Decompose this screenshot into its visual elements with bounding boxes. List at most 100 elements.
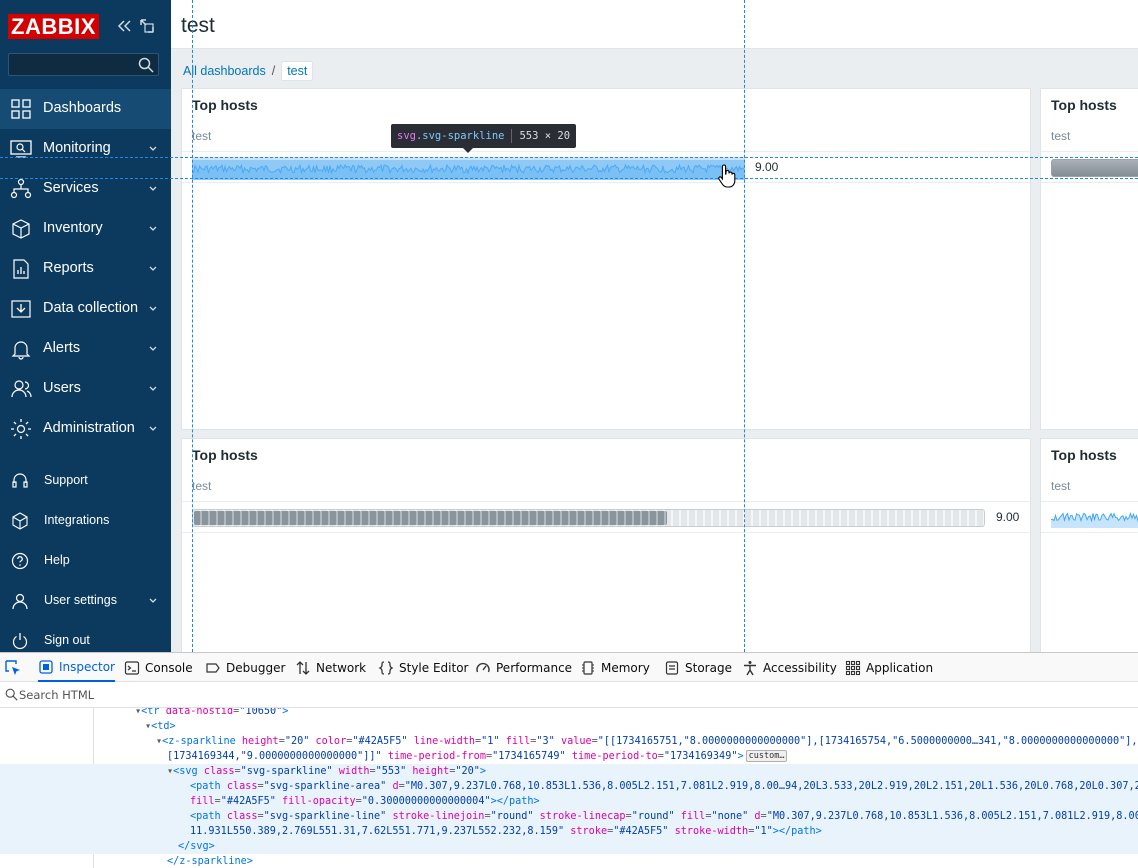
widget-title: Top hosts xyxy=(1051,447,1117,463)
sidebar-search-input[interactable] xyxy=(8,53,159,76)
tab-inspector[interactable]: Inspector xyxy=(38,653,115,682)
tree-node[interactable]: ▾<td> xyxy=(0,719,1138,734)
nav-services[interactable]: Services xyxy=(0,169,171,209)
sidebar: ZABBIX Dashboards Monitoring Services In… xyxy=(0,0,171,652)
nav-sign-out[interactable]: Sign out xyxy=(0,621,171,652)
accessibility-icon xyxy=(744,660,756,675)
html-tree[interactable]: ▾<tr data-hostid="10650"> ▾<td> ▾<z-spar… xyxy=(0,708,1138,868)
tab-style-editor[interactable]: Style Editor xyxy=(378,653,468,682)
dashboards-icon xyxy=(11,99,31,119)
tab-performance[interactable]: Performance xyxy=(475,653,572,682)
tree-node-continuation[interactable]: [1734169344,"9.0000000000000000"]]" time… xyxy=(0,749,1138,764)
tree-node[interactable]: <path class="svg-sparkline-line" stroke-… xyxy=(0,809,1138,824)
storage-icon xyxy=(665,660,679,675)
chevron-down-icon xyxy=(149,386,157,391)
nav-users[interactable]: Users xyxy=(0,369,171,409)
widget-top-hosts-3[interactable]: Top hosts test 9.00 xyxy=(181,438,1031,652)
tab-console[interactable]: Console xyxy=(124,653,193,682)
inspector-tooltip: svg .svg-sparkline 553 × 20 xyxy=(391,124,577,153)
nav-integrations[interactable]: Integrations xyxy=(0,501,171,541)
table-row xyxy=(1041,501,1138,533)
breadcrumb: All dashboards / test xyxy=(183,59,314,83)
inspector-guide-left xyxy=(192,0,193,652)
support-icon xyxy=(12,473,28,488)
nav-user-settings[interactable]: User settings xyxy=(0,581,171,621)
tree-node-continuation[interactable]: fill="#42A5F5" fill-opacity="0.300000000… xyxy=(0,794,1138,809)
alerts-icon xyxy=(11,341,31,360)
tab-storage-label: Storage xyxy=(685,660,732,675)
inspector-guide-right xyxy=(744,0,745,652)
nav-dashboards[interactable]: Dashboards xyxy=(0,89,171,129)
nav-services-label: Services xyxy=(43,180,99,196)
tab-network[interactable]: Network xyxy=(295,653,366,682)
widget-title: Top hosts xyxy=(192,447,258,463)
inspector-highlight xyxy=(192,157,745,179)
sparkline-line xyxy=(1051,511,1138,523)
tab-inspector-label: Inspector xyxy=(59,659,115,674)
zabbix-logo[interactable]: ZABBIX xyxy=(8,14,99,39)
tooltip-separator xyxy=(511,129,513,143)
widget-top-hosts-2[interactable]: Top hosts test xyxy=(1040,88,1138,430)
administration-icon xyxy=(11,419,31,439)
style-editor-icon xyxy=(378,660,394,675)
chevron-down-icon xyxy=(149,306,157,311)
tab-application[interactable]: Application xyxy=(845,653,933,682)
nav-support-label: Support xyxy=(44,473,88,487)
tooltip-tag: svg xyxy=(397,130,416,142)
chevron-down-icon xyxy=(149,598,157,603)
tree-node[interactable]: ▾<tr data-hostid="10650"> xyxy=(0,708,1138,719)
reports-icon xyxy=(13,259,29,279)
nav-monitoring[interactable]: Monitoring xyxy=(0,129,171,169)
tab-accessibility-label: Accessibility xyxy=(763,660,837,675)
breadcrumb-all-dashboards[interactable]: All dashboards xyxy=(183,64,266,78)
integrations-icon xyxy=(12,512,28,530)
tooltip-dimensions: 553 × 20 xyxy=(519,130,571,142)
breadcrumb-current[interactable]: test xyxy=(281,61,314,81)
inventory-icon xyxy=(12,219,30,239)
tree-node[interactable]: </svg> xyxy=(0,839,1138,854)
tab-accessibility[interactable]: Accessibility xyxy=(742,653,837,682)
user-settings-icon xyxy=(12,593,28,610)
progress-bar-fill xyxy=(194,511,668,525)
tooltip-arrow xyxy=(463,148,473,153)
tab-console-label: Console xyxy=(145,660,193,675)
chevron-down-icon xyxy=(149,186,157,191)
tree-node[interactable]: <path class="svg-sparkline-area" d="M0.3… xyxy=(0,779,1138,794)
inspector-icon xyxy=(39,659,53,674)
chevron-down-icon xyxy=(149,346,157,351)
chevron-down-icon xyxy=(149,226,157,231)
search-icon[interactable] xyxy=(138,57,154,73)
page-title: test xyxy=(181,14,215,37)
tree-node-continuation[interactable]: 11.931L550.389,2.769L551.31,7.62L551.771… xyxy=(0,824,1138,839)
tree-node-selected[interactable]: ▾<svg class="svg-sparkline" width="553" … xyxy=(0,764,1138,779)
nav-support[interactable]: Support xyxy=(0,461,171,501)
nav-help-label: Help xyxy=(44,553,70,567)
inspector-guide-bottom xyxy=(0,178,1138,179)
console-icon xyxy=(124,660,140,675)
nav-administration[interactable]: Administration xyxy=(0,409,171,449)
collapse-sidebar-icon[interactable] xyxy=(116,18,132,34)
column-header: test xyxy=(1051,479,1071,493)
devtools-toolbar: Inspector Console Debugger Network Style… xyxy=(0,653,1138,682)
tab-memory[interactable]: Memory xyxy=(580,653,650,682)
nav-inventory[interactable]: Inventory xyxy=(0,209,171,249)
nav-alerts[interactable]: Alerts xyxy=(0,329,171,369)
tab-storage[interactable]: Storage xyxy=(664,653,732,682)
widget-top-hosts-1[interactable]: Top hosts test 9.00 xyxy=(181,88,1031,430)
nav-data-collection[interactable]: Data collection xyxy=(0,289,171,329)
widget-top-hosts-4[interactable]: Top hosts test xyxy=(1040,438,1138,652)
nav-reports[interactable]: Reports xyxy=(0,249,171,289)
tree-node[interactable]: </z-sparkline> xyxy=(0,854,1138,868)
nav-user-settings-label: User settings xyxy=(44,593,117,607)
kiosk-mode-icon[interactable] xyxy=(139,18,155,34)
tab-debugger[interactable]: Debugger xyxy=(205,653,285,682)
column-header: test xyxy=(192,479,212,493)
search-html-input[interactable]: Search HTML xyxy=(0,682,1138,708)
element-picker-icon[interactable] xyxy=(4,659,22,677)
chevron-down-icon xyxy=(149,266,157,271)
logo-row: ZABBIX xyxy=(0,0,171,52)
search-html-placeholder: Search HTML xyxy=(19,688,95,702)
nav-help[interactable]: Help xyxy=(0,541,171,581)
tree-node[interactable]: ▾<z-sparkline height="20" color="#42A5F5… xyxy=(0,734,1138,749)
custom-element-badge[interactable]: custom… xyxy=(745,750,788,762)
